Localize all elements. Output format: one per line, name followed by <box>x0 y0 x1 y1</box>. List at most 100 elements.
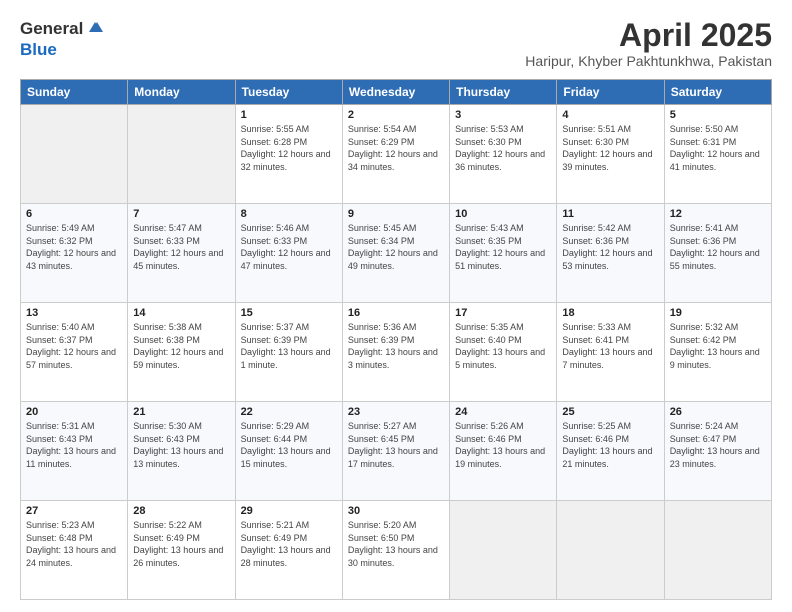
day-number: 6 <box>26 208 122 220</box>
day-number: 18 <box>562 307 658 319</box>
day-info: Sunrise: 5:45 AMSunset: 6:34 PMDaylight:… <box>348 222 444 272</box>
day-number: 23 <box>348 406 444 418</box>
col-monday: Monday <box>128 80 235 105</box>
table-row: 22 Sunrise: 5:29 AMSunset: 6:44 PMDayligh… <box>235 402 342 501</box>
table-row: 5 Sunrise: 5:50 AMSunset: 6:31 PMDaylight… <box>664 105 771 204</box>
calendar-week-2: 6 Sunrise: 5:49 AMSunset: 6:32 PMDaylight… <box>21 204 772 303</box>
day-info: Sunrise: 5:33 AMSunset: 6:41 PMDaylight:… <box>562 321 658 371</box>
table-row: 6 Sunrise: 5:49 AMSunset: 6:32 PMDaylight… <box>21 204 128 303</box>
day-number: 17 <box>455 307 551 319</box>
day-number: 27 <box>26 505 122 517</box>
col-tuesday: Tuesday <box>235 80 342 105</box>
table-row: 14 Sunrise: 5:38 AMSunset: 6:38 PMDayligh… <box>128 303 235 402</box>
page: General Blue April 2025 Haripur, Khyber … <box>0 0 792 612</box>
table-row: 16Sunrise: 5:36 AMSunset: 6:39 PMDayligh… <box>342 303 449 402</box>
header: General Blue April 2025 Haripur, Khyber … <box>20 18 772 69</box>
table-row: 2 Sunrise: 5:54 AMSunset: 6:29 PMDaylight… <box>342 105 449 204</box>
day-number: 11 <box>562 208 658 220</box>
day-number: 8 <box>241 208 337 220</box>
table-row: 26 Sunrise: 5:24 AMSunset: 6:47 PMDayligh… <box>664 402 771 501</box>
logo-blue-text: Blue <box>20 40 57 59</box>
table-row: 11 Sunrise: 5:42 AMSunset: 6:36 PMDayligh… <box>557 204 664 303</box>
day-info: Sunrise: 5:35 AMSunset: 6:40 PMDaylight:… <box>455 321 551 371</box>
day-info: Sunrise: 5:30 AMSunset: 6:43 PMDaylight:… <box>133 420 229 470</box>
table-row: 27 Sunrise: 5:23 AMSunset: 6:48 PMDayligh… <box>21 501 128 600</box>
day-number: 1 <box>241 109 337 121</box>
day-info: Sunrise: 5:21 AMSunset: 6:49 PMDaylight:… <box>241 519 337 569</box>
day-info: Sunrise: 5:29 AMSunset: 6:44 PMDaylight:… <box>241 420 337 470</box>
day-number: 7 <box>133 208 229 220</box>
day-info: Sunrise: 5:27 AMSunset: 6:45 PMDaylight:… <box>348 420 444 470</box>
day-info: Sunrise: 5:32 AMSunset: 6:42 PMDaylight:… <box>670 321 766 371</box>
table-row: 28 Sunrise: 5:22 AMSunset: 6:49 PMDayligh… <box>128 501 235 600</box>
col-saturday: Saturday <box>664 80 771 105</box>
table-row: 25 Sunrise: 5:25 AMSunset: 6:46 PMDayligh… <box>557 402 664 501</box>
table-row: 13 Sunrise: 5:40 AMSunset: 6:37 PMDayligh… <box>21 303 128 402</box>
table-row: 23 Sunrise: 5:27 AMSunset: 6:45 PMDayligh… <box>342 402 449 501</box>
table-row: 15Sunrise: 5:37 AMSunset: 6:39 PMDayligh… <box>235 303 342 402</box>
col-sunday: Sunday <box>21 80 128 105</box>
table-row: 19Sunrise: 5:32 AMSunset: 6:42 PMDayligh… <box>664 303 771 402</box>
table-row: 3 Sunrise: 5:53 AMSunset: 6:30 PMDaylight… <box>450 105 557 204</box>
day-info: Sunrise: 5:23 AMSunset: 6:48 PMDaylight:… <box>26 519 122 569</box>
table-row: 30Sunrise: 5:20 AMSunset: 6:50 PMDayligh… <box>342 501 449 600</box>
day-info: Sunrise: 5:53 AMSunset: 6:30 PMDaylight:… <box>455 123 551 173</box>
table-row <box>664 501 771 600</box>
day-info: Sunrise: 5:49 AMSunset: 6:32 PMDaylight:… <box>26 222 122 272</box>
day-info: Sunrise: 5:42 AMSunset: 6:36 PMDaylight:… <box>562 222 658 272</box>
table-row: 7 Sunrise: 5:47 AMSunset: 6:33 PMDaylight… <box>128 204 235 303</box>
day-number: 28 <box>133 505 229 517</box>
table-row: 24Sunrise: 5:26 AMSunset: 6:46 PMDayligh… <box>450 402 557 501</box>
day-number: 22 <box>241 406 337 418</box>
table-row <box>128 105 235 204</box>
logo-icon <box>85 18 105 38</box>
day-number: 14 <box>133 307 229 319</box>
day-info: Sunrise: 5:24 AMSunset: 6:47 PMDaylight:… <box>670 420 766 470</box>
day-info: Sunrise: 5:51 AMSunset: 6:30 PMDaylight:… <box>562 123 658 173</box>
day-number: 15 <box>241 307 337 319</box>
table-row: 9 Sunrise: 5:45 AMSunset: 6:34 PMDaylight… <box>342 204 449 303</box>
day-number: 30 <box>348 505 444 517</box>
day-number: 13 <box>26 307 122 319</box>
subtitle: Haripur, Khyber Pakhtunkhwa, Pakistan <box>525 53 772 69</box>
day-info: Sunrise: 5:54 AMSunset: 6:29 PMDaylight:… <box>348 123 444 173</box>
day-number: 10 <box>455 208 551 220</box>
day-number: 9 <box>348 208 444 220</box>
col-thursday: Thursday <box>450 80 557 105</box>
table-row: 8 Sunrise: 5:46 AMSunset: 6:33 PMDaylight… <box>235 204 342 303</box>
day-info: Sunrise: 5:55 AMSunset: 6:28 PMDaylight:… <box>241 123 337 173</box>
day-number: 2 <box>348 109 444 121</box>
day-info: Sunrise: 5:22 AMSunset: 6:49 PMDaylight:… <box>133 519 229 569</box>
day-info: Sunrise: 5:31 AMSunset: 6:43 PMDaylight:… <box>26 420 122 470</box>
table-row: 18 Sunrise: 5:33 AMSunset: 6:41 PMDayligh… <box>557 303 664 402</box>
day-info: Sunrise: 5:46 AMSunset: 6:33 PMDaylight:… <box>241 222 337 272</box>
day-info: Sunrise: 5:43 AMSunset: 6:35 PMDaylight:… <box>455 222 551 272</box>
calendar-week-3: 13 Sunrise: 5:40 AMSunset: 6:37 PMDayligh… <box>21 303 772 402</box>
calendar-week-4: 20Sunrise: 5:31 AMSunset: 6:43 PMDayligh… <box>21 402 772 501</box>
day-info: Sunrise: 5:26 AMSunset: 6:46 PMDaylight:… <box>455 420 551 470</box>
day-number: 12 <box>670 208 766 220</box>
day-number: 25 <box>562 406 658 418</box>
day-info: Sunrise: 5:47 AMSunset: 6:33 PMDaylight:… <box>133 222 229 272</box>
day-info: Sunrise: 5:36 AMSunset: 6:39 PMDaylight:… <box>348 321 444 371</box>
table-row: 12Sunrise: 5:41 AMSunset: 6:36 PMDayligh… <box>664 204 771 303</box>
table-row <box>21 105 128 204</box>
day-info: Sunrise: 5:50 AMSunset: 6:31 PMDaylight:… <box>670 123 766 173</box>
day-number: 21 <box>133 406 229 418</box>
table-row: 17 Sunrise: 5:35 AMSunset: 6:40 PMDayligh… <box>450 303 557 402</box>
day-number: 5 <box>670 109 766 121</box>
day-info: Sunrise: 5:25 AMSunset: 6:46 PMDaylight:… <box>562 420 658 470</box>
day-number: 26 <box>670 406 766 418</box>
table-row: 1 Sunrise: 5:55 AMSunset: 6:28 PMDaylight… <box>235 105 342 204</box>
day-number: 29 <box>241 505 337 517</box>
table-row: 10 Sunrise: 5:43 AMSunset: 6:35 PMDayligh… <box>450 204 557 303</box>
day-number: 3 <box>455 109 551 121</box>
table-row: 4Sunrise: 5:51 AMSunset: 6:30 PMDaylight… <box>557 105 664 204</box>
day-info: Sunrise: 5:38 AMSunset: 6:38 PMDaylight:… <box>133 321 229 371</box>
logo-general-text: General <box>20 19 83 39</box>
title-block: April 2025 Haripur, Khyber Pakhtunkhwa, … <box>525 18 772 69</box>
calendar: Sunday Monday Tuesday Wednesday Thursday… <box>20 79 772 600</box>
day-info: Sunrise: 5:40 AMSunset: 6:37 PMDaylight:… <box>26 321 122 371</box>
col-wednesday: Wednesday <box>342 80 449 105</box>
main-title: April 2025 <box>525 18 772 53</box>
